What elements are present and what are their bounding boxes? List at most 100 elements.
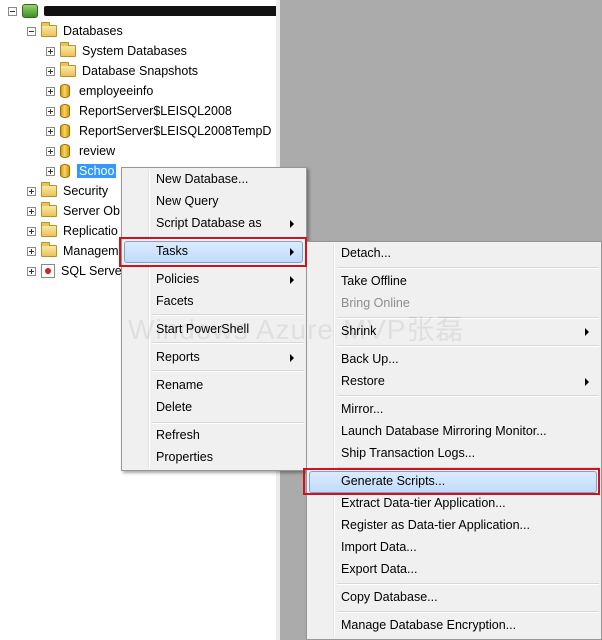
menu-item-shrink[interactable]: Shrink	[341, 321, 376, 342]
menu-item-launch-mirroring-monitor[interactable]: Launch Database Mirroring Monitor...	[341, 421, 547, 442]
database-icon	[60, 104, 70, 118]
menu-item-ship-transaction-logs[interactable]: Ship Transaction Logs...	[341, 443, 475, 464]
menu-item-facets[interactable]: Facets	[156, 291, 194, 312]
menu-separator	[337, 395, 599, 397]
expand-icon[interactable]	[27, 246, 36, 256]
expand-icon[interactable]	[27, 186, 36, 196]
folder-icon	[60, 62, 76, 77]
menu-item-detach[interactable]: Detach...	[341, 243, 391, 264]
expand-icon[interactable]	[46, 126, 55, 136]
menu-item-tasks[interactable]: Tasks	[156, 241, 188, 262]
expand-icon[interactable]	[46, 86, 55, 96]
menu-item-export-data[interactable]: Export Data...	[341, 559, 417, 580]
menu-item-register-data-tier[interactable]: Register as Data-tier Application...	[341, 515, 530, 536]
submenu-arrow-icon	[290, 220, 294, 228]
expand-icon[interactable]	[46, 66, 55, 76]
folder-icon	[41, 222, 57, 237]
tree-node-label: Databases	[63, 24, 123, 38]
menu-separator	[152, 314, 304, 316]
menu-item-refresh[interactable]: Refresh	[156, 425, 200, 446]
tree-node-reportserver[interactable]: ReportServer$LEISQL2008	[46, 102, 234, 120]
tree-node-label: employeeinfo	[79, 84, 154, 98]
expand-icon[interactable]	[46, 106, 55, 116]
tree-node-management[interactable]: Managem	[27, 242, 121, 260]
menu-item-back-up[interactable]: Back Up...	[341, 349, 399, 370]
menu-item-generate-scripts[interactable]: Generate Scripts...	[341, 471, 445, 492]
tree-node-label: Managem	[63, 244, 119, 258]
submenu-arrow-icon	[585, 328, 589, 336]
menu-separator	[337, 611, 599, 613]
menu-separator	[337, 583, 599, 585]
folder-icon	[41, 182, 57, 197]
collapse-icon[interactable]	[8, 6, 17, 16]
tree-node-replication[interactable]: Replicatio	[27, 222, 120, 240]
tree-node-server-objects[interactable]: Server Ob	[27, 202, 122, 220]
tree-node-review[interactable]: review	[46, 142, 117, 160]
collapse-icon[interactable]	[27, 26, 36, 36]
tree-node-server[interactable]	[8, 2, 276, 20]
expand-icon[interactable]	[46, 166, 55, 176]
menu-item-reports[interactable]: Reports	[156, 347, 200, 368]
expand-icon[interactable]	[27, 266, 36, 276]
tree-node-label: Server Ob	[63, 204, 120, 218]
menu-item-mirror[interactable]: Mirror...	[341, 399, 383, 420]
tree-node-label: Replicatio	[63, 224, 118, 238]
menu-separator	[152, 422, 304, 424]
expand-icon[interactable]	[27, 226, 36, 236]
menu-gutter	[333, 244, 335, 637]
menu-item-policies[interactable]: Policies	[156, 269, 199, 290]
menu-item-copy-database[interactable]: Copy Database...	[341, 587, 438, 608]
tree-node-sql-server-agent[interactable]: SQL Serve	[27, 262, 124, 280]
tree-node-system-databases[interactable]: System Databases	[46, 42, 189, 60]
database-icon	[60, 124, 70, 138]
menu-item-rename[interactable]: Rename	[156, 375, 203, 396]
menu-item-new-query[interactable]: New Query	[156, 191, 219, 212]
menu-item-delete[interactable]: Delete	[156, 397, 192, 418]
tree-node-label: SQL Serve	[61, 264, 122, 278]
tree-node-employeeinfo[interactable]: employeeinfo	[46, 82, 155, 100]
folder-icon	[41, 22, 57, 37]
menu-item-properties[interactable]: Properties	[156, 447, 213, 468]
menu-separator	[152, 370, 304, 372]
tree-node-security[interactable]: Security	[27, 182, 110, 200]
submenu-arrow-icon	[585, 378, 589, 386]
menu-separator	[337, 267, 599, 269]
menu-item-manage-encryption[interactable]: Manage Database Encryption...	[341, 615, 516, 636]
database-icon	[60, 144, 70, 158]
database-icon	[60, 164, 70, 178]
menu-separator	[337, 467, 599, 469]
folder-icon	[41, 202, 57, 217]
expand-icon[interactable]	[27, 206, 36, 216]
menu-item-new-database[interactable]: New Database...	[156, 169, 248, 190]
menu-item-highlight	[124, 241, 303, 263]
menu-item-import-data[interactable]: Import Data...	[341, 537, 417, 558]
expand-icon[interactable]	[46, 46, 55, 56]
tree-node-label-selected: Schoo	[77, 164, 117, 178]
tree-node-label: Database Snapshots	[82, 64, 199, 78]
tree-node-database-snapshots[interactable]: Database Snapshots	[46, 62, 200, 80]
tree-node-label: ReportServer$LEISQL2008TempD	[79, 124, 272, 138]
menu-separator	[152, 266, 304, 268]
menu-item-start-powershell[interactable]: Start PowerShell	[156, 319, 249, 340]
menu-separator	[337, 317, 599, 319]
redacted-server-name	[44, 6, 276, 16]
menu-item-extract-data-tier[interactable]: Extract Data-tier Application...	[341, 493, 506, 514]
submenu-arrow-icon	[290, 276, 294, 284]
tree-node-databases[interactable]: Databases	[27, 22, 125, 40]
menu-separator	[152, 342, 304, 344]
tree-node-label: System Databases	[82, 44, 187, 58]
tree-node-label: review	[79, 144, 116, 158]
menu-separator	[152, 238, 304, 240]
tree-node-school[interactable]: Schoo	[46, 162, 117, 180]
database-icon	[60, 84, 70, 98]
folder-icon	[41, 242, 57, 257]
server-icon	[22, 4, 38, 18]
tasks-submenu: Detach... Take Offline Bring Online Shri…	[306, 241, 602, 640]
tree-node-reportserver-tempdb[interactable]: ReportServer$LEISQL2008TempD	[46, 122, 273, 140]
menu-item-take-offline[interactable]: Take Offline	[341, 271, 407, 292]
menu-item-restore[interactable]: Restore	[341, 371, 385, 392]
menu-item-script-database-as[interactable]: Script Database as	[156, 213, 262, 234]
tree-node-label: ReportServer$LEISQL2008	[79, 104, 232, 118]
sql-agent-icon	[41, 264, 55, 278]
expand-icon[interactable]	[46, 146, 55, 156]
